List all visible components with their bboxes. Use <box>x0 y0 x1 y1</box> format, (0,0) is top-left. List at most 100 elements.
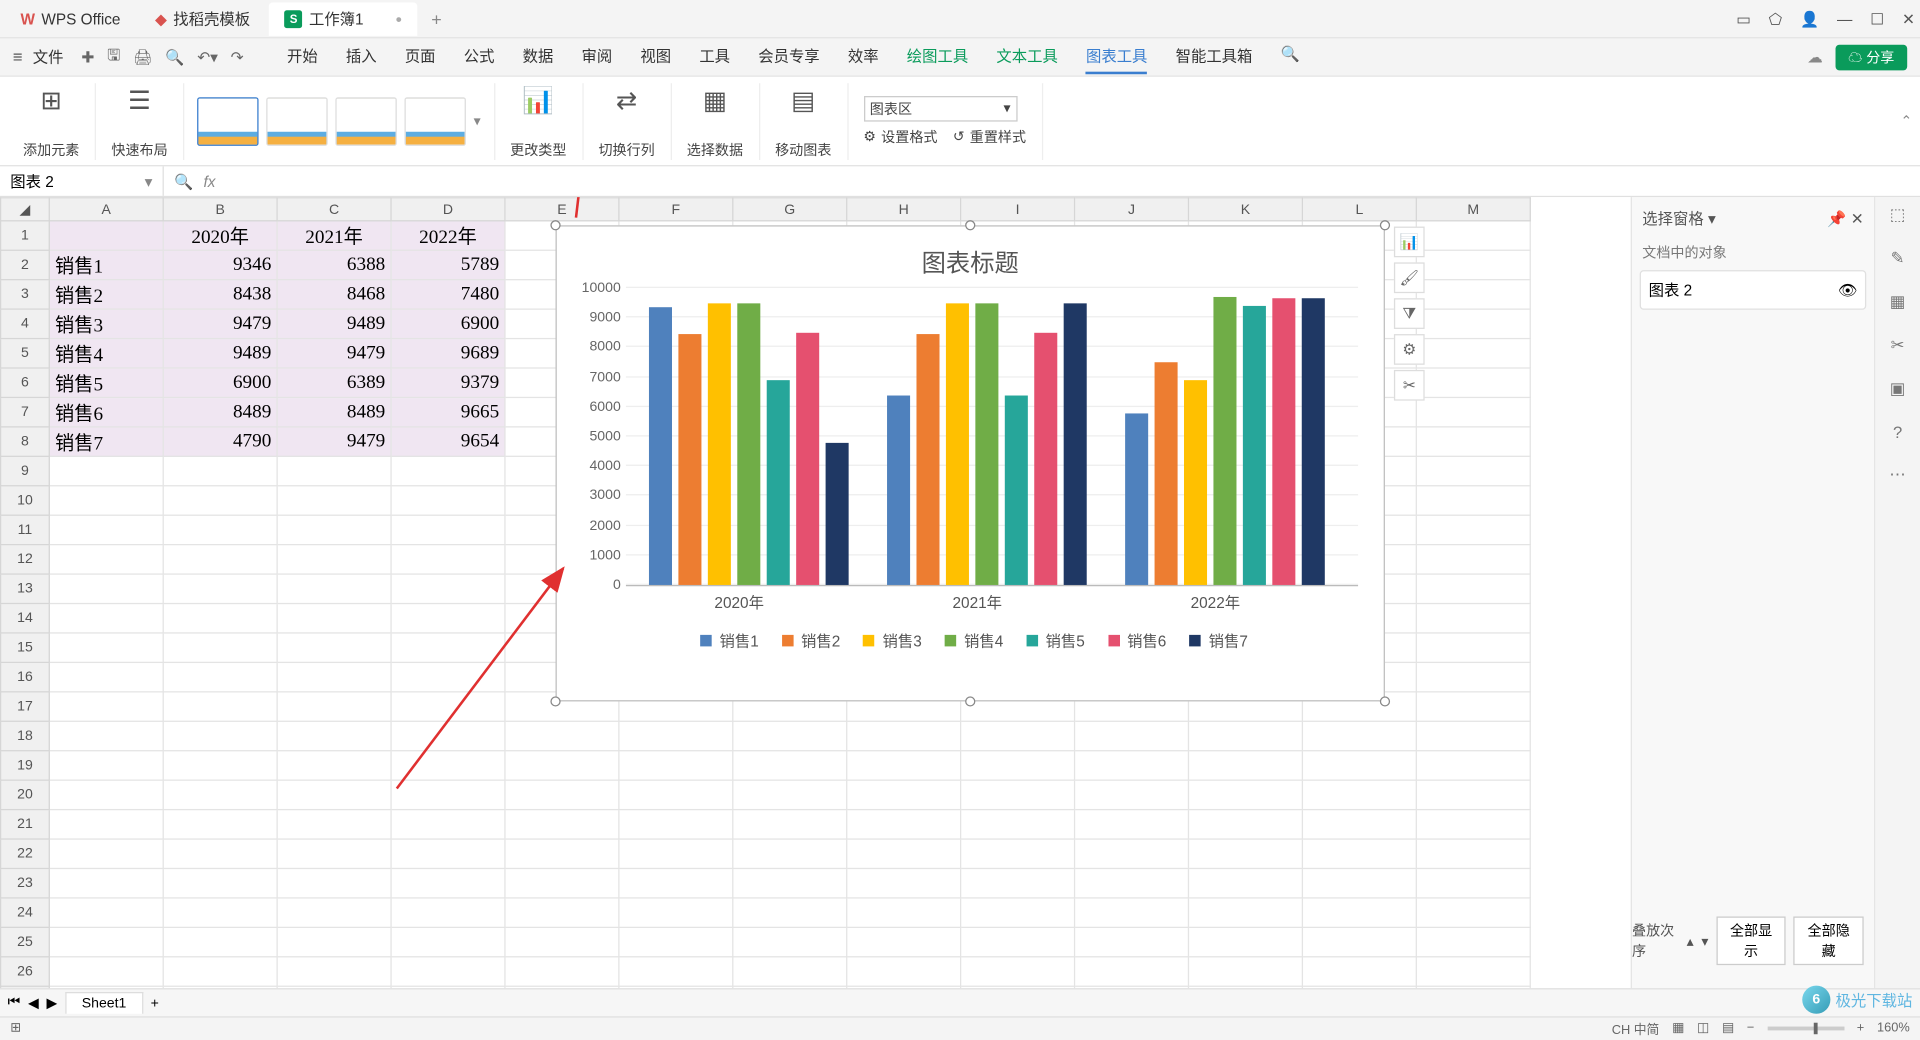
spreadsheet-grid[interactable]: ◢ABCDEFGHIJKLM12020年2021年2022年2销售1934663… <box>0 197 1631 998</box>
chart-style-1[interactable] <box>197 97 258 146</box>
status-mode-icon[interactable]: ⊞ <box>10 1021 21 1035</box>
qat-new-icon[interactable]: ✚ <box>81 48 94 66</box>
rail-tools-icon[interactable]: ✂ <box>1891 335 1905 355</box>
tab-view[interactable]: 视图 <box>640 40 671 75</box>
tab-data[interactable]: 数据 <box>523 40 554 75</box>
rib-reset-style[interactable]: ↺ 重置样式 <box>953 126 1026 146</box>
qat-undo-icon[interactable]: ↶▾ <box>197 48 218 66</box>
sheet-nav-prev[interactable]: ◀ <box>28 995 39 1012</box>
sheet-nav-first[interactable]: ⏮ <box>8 995 21 1012</box>
rib-move-chart[interactable]: ▤移动图表 <box>760 83 848 160</box>
name-box[interactable]: 图表 2▾ <box>0 166 164 195</box>
search-icon[interactable]: 🔍 <box>1281 40 1300 75</box>
pane-subtitle: 文档中的对象 <box>1642 242 1863 262</box>
rib-switch-rowcol[interactable]: ⇄切换行列 <box>583 83 671 160</box>
tab-chart-tools[interactable]: 图表工具 <box>1086 40 1147 75</box>
zoom-out[interactable]: − <box>1747 1021 1754 1035</box>
view-page-icon[interactable]: ◫ <box>1697 1021 1709 1035</box>
rib-set-format[interactable]: ⚙ 设置格式 <box>863 126 937 146</box>
chart-legend[interactable]: 销售1销售2销售3销售4销售5销售6销售7 <box>557 630 1384 652</box>
chart-settings-icon[interactable]: ⚙ <box>1394 334 1425 365</box>
chart-element-btn[interactable]: 📊 <box>1394 227 1425 258</box>
show-all-button[interactable]: 全部显示 <box>1716 916 1786 965</box>
view-normal-icon[interactable]: ▦ <box>1672 1021 1684 1035</box>
resize-handle[interactable] <box>550 220 560 230</box>
rail-help-icon[interactable]: ? <box>1893 422 1902 441</box>
chart-filter-icon[interactable]: ⧩ <box>1394 298 1425 329</box>
chart-title[interactable]: 图表标题 <box>557 244 1384 279</box>
pin-icon[interactable]: 📌 <box>1827 209 1846 227</box>
chart-style-4[interactable] <box>404 97 465 146</box>
window-topmode-icon[interactable]: ▭ <box>1736 10 1751 28</box>
new-tab-button[interactable]: + <box>421 8 452 28</box>
tab-member[interactable]: 会员专享 <box>758 40 819 75</box>
app-tab-wps[interactable]: WWPS Office <box>5 2 136 35</box>
rib-add-element[interactable]: ⊞添加元素 <box>8 83 96 160</box>
lang-indicator[interactable]: CH 中简 <box>1612 1019 1660 1038</box>
file-menu[interactable]: 文件 <box>33 46 64 68</box>
rail-more-icon[interactable]: ⋯ <box>1889 465 1906 485</box>
chart-tool-icon[interactable]: ✂ <box>1394 370 1425 401</box>
sheet-nav-next[interactable]: ▶ <box>47 995 58 1012</box>
right-rail: ⬚ ✎ ▦ ✂ ▣ ? ⋯ <box>1874 197 1920 998</box>
fx-label: fx <box>203 172 215 190</box>
rail-select-icon[interactable]: ⬚ <box>1890 205 1906 225</box>
rib-select-data[interactable]: ▦选择数据 <box>671 83 759 160</box>
chart-plot-area[interactable]: 0100020003000400050006000700080009000100… <box>626 289 1358 586</box>
tab-smart-tools[interactable]: 智能工具箱 <box>1176 40 1253 75</box>
hamburger-icon[interactable]: ≡ <box>13 47 23 66</box>
resize-handle[interactable] <box>550 696 560 706</box>
tab-efficiency[interactable]: 效率 <box>848 40 879 75</box>
app-tab-template[interactable]: ◆找稻壳模板 <box>140 2 266 35</box>
close-pane-icon[interactable]: ✕ <box>1851 209 1864 227</box>
chart-style-3[interactable] <box>335 97 396 146</box>
tab-tools[interactable]: 工具 <box>699 40 730 75</box>
sheet-tabs: ⏮ ◀ ▶ Sheet1 + <box>0 988 1920 1016</box>
resize-handle[interactable] <box>1380 696 1390 706</box>
sheet-tab-1[interactable]: Sheet1 <box>65 992 143 1014</box>
tab-page[interactable]: 页面 <box>405 40 436 75</box>
rail-layers-icon[interactable]: ▦ <box>1890 292 1906 312</box>
pane-item-chart2[interactable]: 图表 2👁 <box>1640 270 1867 310</box>
hide-all-button[interactable]: 全部隐藏 <box>1794 916 1864 965</box>
resize-handle[interactable] <box>965 696 975 706</box>
rail-edit-icon[interactable]: ✎ <box>1891 248 1905 268</box>
eye-icon[interactable]: 👁 <box>1838 281 1858 299</box>
chart-object[interactable]: 图表标题 01000200030004000500060007000800090… <box>556 225 1385 701</box>
qat-save-icon[interactable]: 🖫 <box>107 44 120 71</box>
tab-review[interactable]: 审阅 <box>582 40 613 75</box>
tab-formula[interactable]: 公式 <box>464 40 495 75</box>
watermark: 6 极光下载站 <box>1802 986 1912 1014</box>
qat-print-icon[interactable]: 🖨 <box>133 48 153 66</box>
window-avatar-icon[interactable]: 👤 <box>1800 10 1819 28</box>
chart-area-select[interactable]: 图表区▾ <box>863 95 1017 121</box>
tab-insert[interactable]: 插入 <box>346 40 377 75</box>
zoom-formula-icon[interactable]: 🔍 <box>174 172 193 190</box>
window-cube-icon[interactable]: ⬠ <box>1769 10 1782 28</box>
app-tab-workbook[interactable]: S工作簿1• <box>269 2 417 35</box>
status-bar: ⊞ CH 中简 ▦ ◫ ▤ − + 160% <box>0 1016 1920 1039</box>
share-button[interactable]: ☁ 分享 <box>1835 44 1907 70</box>
zoom-in[interactable]: + <box>1857 1021 1864 1035</box>
window-maximize[interactable]: ☐ <box>1870 10 1884 28</box>
window-close[interactable]: ✕ <box>1902 10 1915 28</box>
window-minimize[interactable]: — <box>1837 10 1852 28</box>
resize-handle[interactable] <box>1380 220 1390 230</box>
chart-brush-icon[interactable]: 🖌 <box>1394 262 1425 293</box>
rib-change-type[interactable]: 📊更改类型 <box>495 83 583 160</box>
qat-preview-icon[interactable]: 🔍 <box>165 48 184 66</box>
add-sheet-button[interactable]: + <box>151 995 159 1010</box>
qat-redo-icon[interactable]: ↷ <box>231 48 244 66</box>
resize-handle[interactable] <box>965 220 975 230</box>
cloud-icon[interactable]: ☁ <box>1807 48 1822 66</box>
tab-start[interactable]: 开始 <box>287 40 318 75</box>
tab-text-tools[interactable]: 文本工具 <box>996 40 1057 75</box>
chevron-down-icon[interactable]: ▾ <box>474 113 481 130</box>
view-reader-icon[interactable]: ▤ <box>1722 1021 1734 1035</box>
chart-style-2[interactable] <box>266 97 327 146</box>
zoom-level[interactable]: 160% <box>1877 1021 1910 1035</box>
rib-quick-layout[interactable]: ☰快速布局 <box>96 83 184 160</box>
ribbon-collapse-icon[interactable]: ⌃ <box>1901 113 1913 130</box>
tab-drawing-tools[interactable]: 绘图工具 <box>907 40 968 75</box>
rail-image-icon[interactable]: ▣ <box>1890 379 1906 399</box>
